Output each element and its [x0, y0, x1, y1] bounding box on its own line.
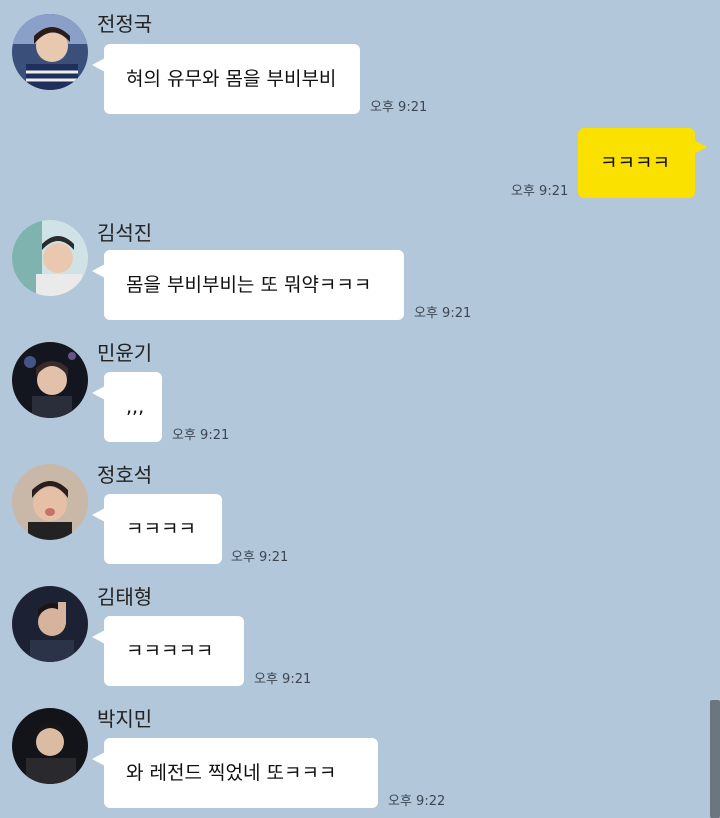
my-message-bubble[interactable]: ㅋㅋㅋㅋ	[578, 128, 707, 198]
message-bubble[interactable]: 와 레전드 찍었네 또ㅋㅋㅋ	[92, 738, 378, 808]
message-time: 오후 9:21	[414, 306, 472, 321]
message-time: 오후 9:21	[172, 428, 230, 443]
message-time: 오후 9:21	[370, 100, 428, 115]
avatar[interactable]	[12, 220, 88, 296]
avatar[interactable]	[12, 464, 88, 540]
avatar[interactable]	[12, 708, 88, 784]
sender-name: 민윤기	[97, 341, 153, 365]
message-bubble[interactable]: ,,,	[92, 372, 162, 442]
message-time: 오후 9:21	[254, 672, 312, 687]
avatar[interactable]	[12, 342, 88, 418]
avatar[interactable]	[12, 14, 88, 90]
message-time: 오후 9:22	[388, 794, 446, 809]
sender-name: 정호석	[97, 463, 153, 487]
message-time: 오후 9:21	[511, 184, 569, 199]
message-bubble[interactable]: 몸을 부비부비는 또 뭐약ㅋㅋㅋ	[92, 250, 404, 320]
scrollbar[interactable]	[710, 700, 720, 818]
message-bubble[interactable]: 혀의 유무와 몸을 부비부비	[92, 44, 360, 114]
sender-name: 박지민	[97, 707, 153, 731]
sender-name: 전정국	[97, 12, 153, 36]
sender-name: 김태형	[97, 585, 153, 609]
message-time: 오후 9:21	[231, 550, 289, 565]
message-bubble[interactable]: ㅋㅋㅋㅋㅋ	[92, 616, 244, 686]
message-bubble[interactable]: ㅋㅋㅋㅋ	[92, 494, 222, 564]
avatar[interactable]	[12, 586, 88, 662]
sender-name: 김석진	[97, 221, 153, 245]
